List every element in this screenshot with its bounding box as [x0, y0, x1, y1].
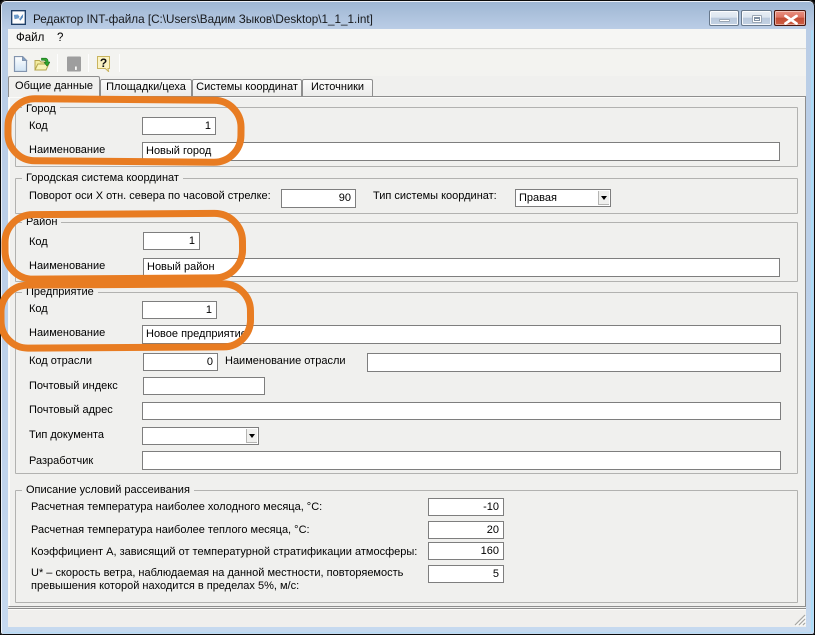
svg-text:?: ?: [100, 56, 107, 70]
